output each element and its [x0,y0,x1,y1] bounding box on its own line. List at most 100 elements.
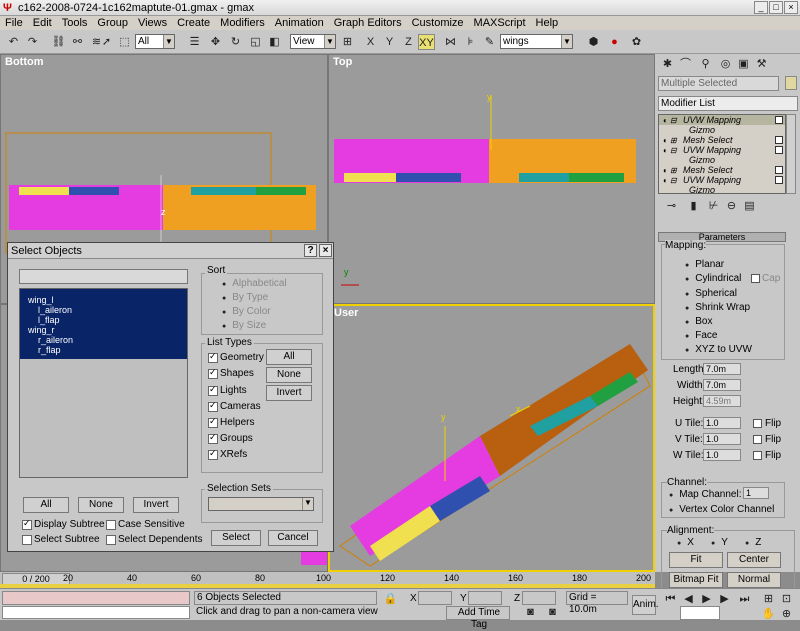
show-end-result-icon[interactable]: ▮ [685,198,702,214]
remove-modifier-icon[interactable]: ⊖ [723,198,740,214]
object-name-field[interactable]: Multiple Selected [658,76,779,91]
dialog-help-button[interactable]: ? [304,244,317,257]
list-item[interactable]: l_flap [20,315,187,325]
cancel-button[interactable]: Cancel [268,530,318,546]
mirror-icon[interactable]: ⋈ [442,34,459,50]
mapping-xyz-to-uvw[interactable]: XYZ to UVW [685,344,752,355]
align-x-radio[interactable]: X [677,537,694,548]
sort-by-type-radio[interactable]: By Type [222,292,268,303]
mapping-cylindrical[interactable]: Cylindrical [685,273,741,284]
u-flip-checkbox[interactable] [753,419,762,428]
list-invert-button[interactable]: Invert [133,497,179,513]
menu-modifiers[interactable]: Modifiers [215,17,270,29]
configure-sets-icon[interactable]: ▤ [741,198,758,214]
shapes-checkbox[interactable]: Shapes [208,367,254,379]
pivot-icon[interactable]: ◧ [266,34,283,50]
stack-item[interactable]: Gizmo [659,155,785,165]
stack-scrollbar[interactable] [786,114,796,194]
map-channel-radio[interactable]: Map Channel: [669,489,741,500]
create-tab-icon[interactable]: ✱ [659,56,676,72]
pin-stack-icon[interactable]: ⊸ [663,198,680,214]
list-item[interactable]: r_flap [20,345,187,359]
maximize-button[interactable]: □ [769,1,783,14]
types-invert-button[interactable]: Invert [266,385,312,401]
make-unique-icon[interactable]: ⊬ [705,198,722,214]
lock-selection-icon[interactable]: 🔒 [382,591,399,607]
normal-align-button[interactable]: Normal Align [727,572,781,599]
zoom-all-icon[interactable]: ⊡ [778,591,795,607]
groups-checkbox[interactable]: Groups [208,432,253,444]
time-slider-bar[interactable]: 0 / 200 20 40 60 80 100 120 140 160 180 … [0,572,655,588]
undo-icon[interactable]: ↶ [5,34,22,50]
next-frame-icon[interactable]: ▶ [716,591,733,607]
close-button[interactable]: × [784,1,798,14]
utile-spinner[interactable]: 1.0 [703,417,741,429]
snap-toggle-icon[interactable]: ◙ [544,604,561,620]
helpers-checkbox[interactable]: Helpers [208,416,254,428]
mapping-face[interactable]: Face [685,330,717,341]
sort-by-color-radio[interactable]: By Color [222,306,270,317]
case-sensitive-checkbox[interactable]: Case Sensitive [106,519,185,530]
display-subtree-checkbox[interactable]: Display Subtree [22,518,105,530]
menu-customize[interactable]: Customize [407,17,469,29]
maxscript-listener-pink[interactable] [2,591,190,605]
list-item[interactable]: l_aileron [20,305,187,315]
stack-item[interactable]: ◐ ⊟ UVW Mapping [659,145,785,155]
select-by-name-icon[interactable]: ☰ [186,34,203,50]
axis-y-button[interactable]: Y [381,34,398,50]
z-coord-field[interactable] [522,591,556,605]
select-button[interactable]: Select [211,530,261,546]
stack-item[interactable]: ◐ ⊟ UVW Mapping [659,115,785,125]
x-coord-field[interactable] [418,591,452,605]
mapping-planar[interactable]: Planar [685,259,724,270]
list-item[interactable]: wing_r [20,325,187,335]
fit-button[interactable]: Fit [669,552,723,568]
snap-icon[interactable]: ✎ [481,34,498,50]
select-dependents-checkbox[interactable]: Select Dependents [106,534,203,545]
list-all-button[interactable]: All [23,497,69,513]
object-name-filter-input[interactable] [19,269,188,284]
selection-filter-dropdown[interactable]: All ▼ [135,34,175,49]
current-frame-field[interactable] [680,606,720,620]
center-button[interactable]: Center [727,552,781,568]
modifier-list-dropdown[interactable]: Modifier List [658,96,798,111]
goto-end-icon[interactable]: ⏭ [736,591,753,607]
length-spinner[interactable]: 7.0m [703,363,741,375]
axis-z-button[interactable]: Z [400,34,417,50]
axis-xy-button[interactable]: XY [418,34,435,50]
menu-group[interactable]: Group [92,17,133,29]
render-icon[interactable]: ● [606,34,623,50]
move-icon[interactable]: ✥ [207,34,224,50]
select-subtree-checkbox[interactable]: Select Subtree [22,534,100,545]
y-coord-field[interactable] [468,591,502,605]
object-color-swatch[interactable] [785,76,797,90]
motion-tab-icon[interactable]: ◎ [717,56,734,72]
vtile-spinner[interactable]: 1.0 [703,433,741,445]
add-time-tag-button[interactable]: Add Time Tag [446,606,510,630]
list-item[interactable]: wing_l [20,295,187,305]
dialog-close-button[interactable]: × [319,244,332,257]
object-list[interactable]: wing_l l_aileron l_flap wing_r r_aileron… [19,288,188,478]
stack-item[interactable]: ◐ ⊞ Mesh Select [659,135,785,145]
display-tab-icon[interactable]: ▣ [735,56,752,72]
menu-views[interactable]: Views [133,17,172,29]
types-all-button[interactable]: All [266,349,312,365]
prev-frame-icon[interactable]: ◀ [680,591,697,607]
height-spinner[interactable]: 4.59m [703,395,741,407]
width-spinner[interactable]: 7.0m [703,379,741,391]
xrefs-checkbox[interactable]: XRefs [208,448,247,460]
viewport-top[interactable]: Top y y [328,54,655,304]
cameras-checkbox[interactable]: Cameras [208,400,261,412]
select-arrow-icon[interactable]: ➚ [98,34,115,50]
menu-file[interactable]: File [0,17,28,29]
cap-checkbox[interactable] [751,274,760,283]
align-icon[interactable]: ⊧ [462,34,479,50]
scale-icon[interactable]: ◱ [247,34,264,50]
sort-by-size-radio[interactable]: By Size [222,320,266,331]
menu-tools[interactable]: Tools [57,17,93,29]
pivot-center-icon[interactable]: ⊞ [339,34,356,50]
viewport-user[interactable]: User y x [328,304,655,572]
named-selection-dropdown[interactable]: wings ▼ [500,34,573,49]
stack-item[interactable]: Gizmo [659,185,785,195]
menu-create[interactable]: Create [172,17,215,29]
